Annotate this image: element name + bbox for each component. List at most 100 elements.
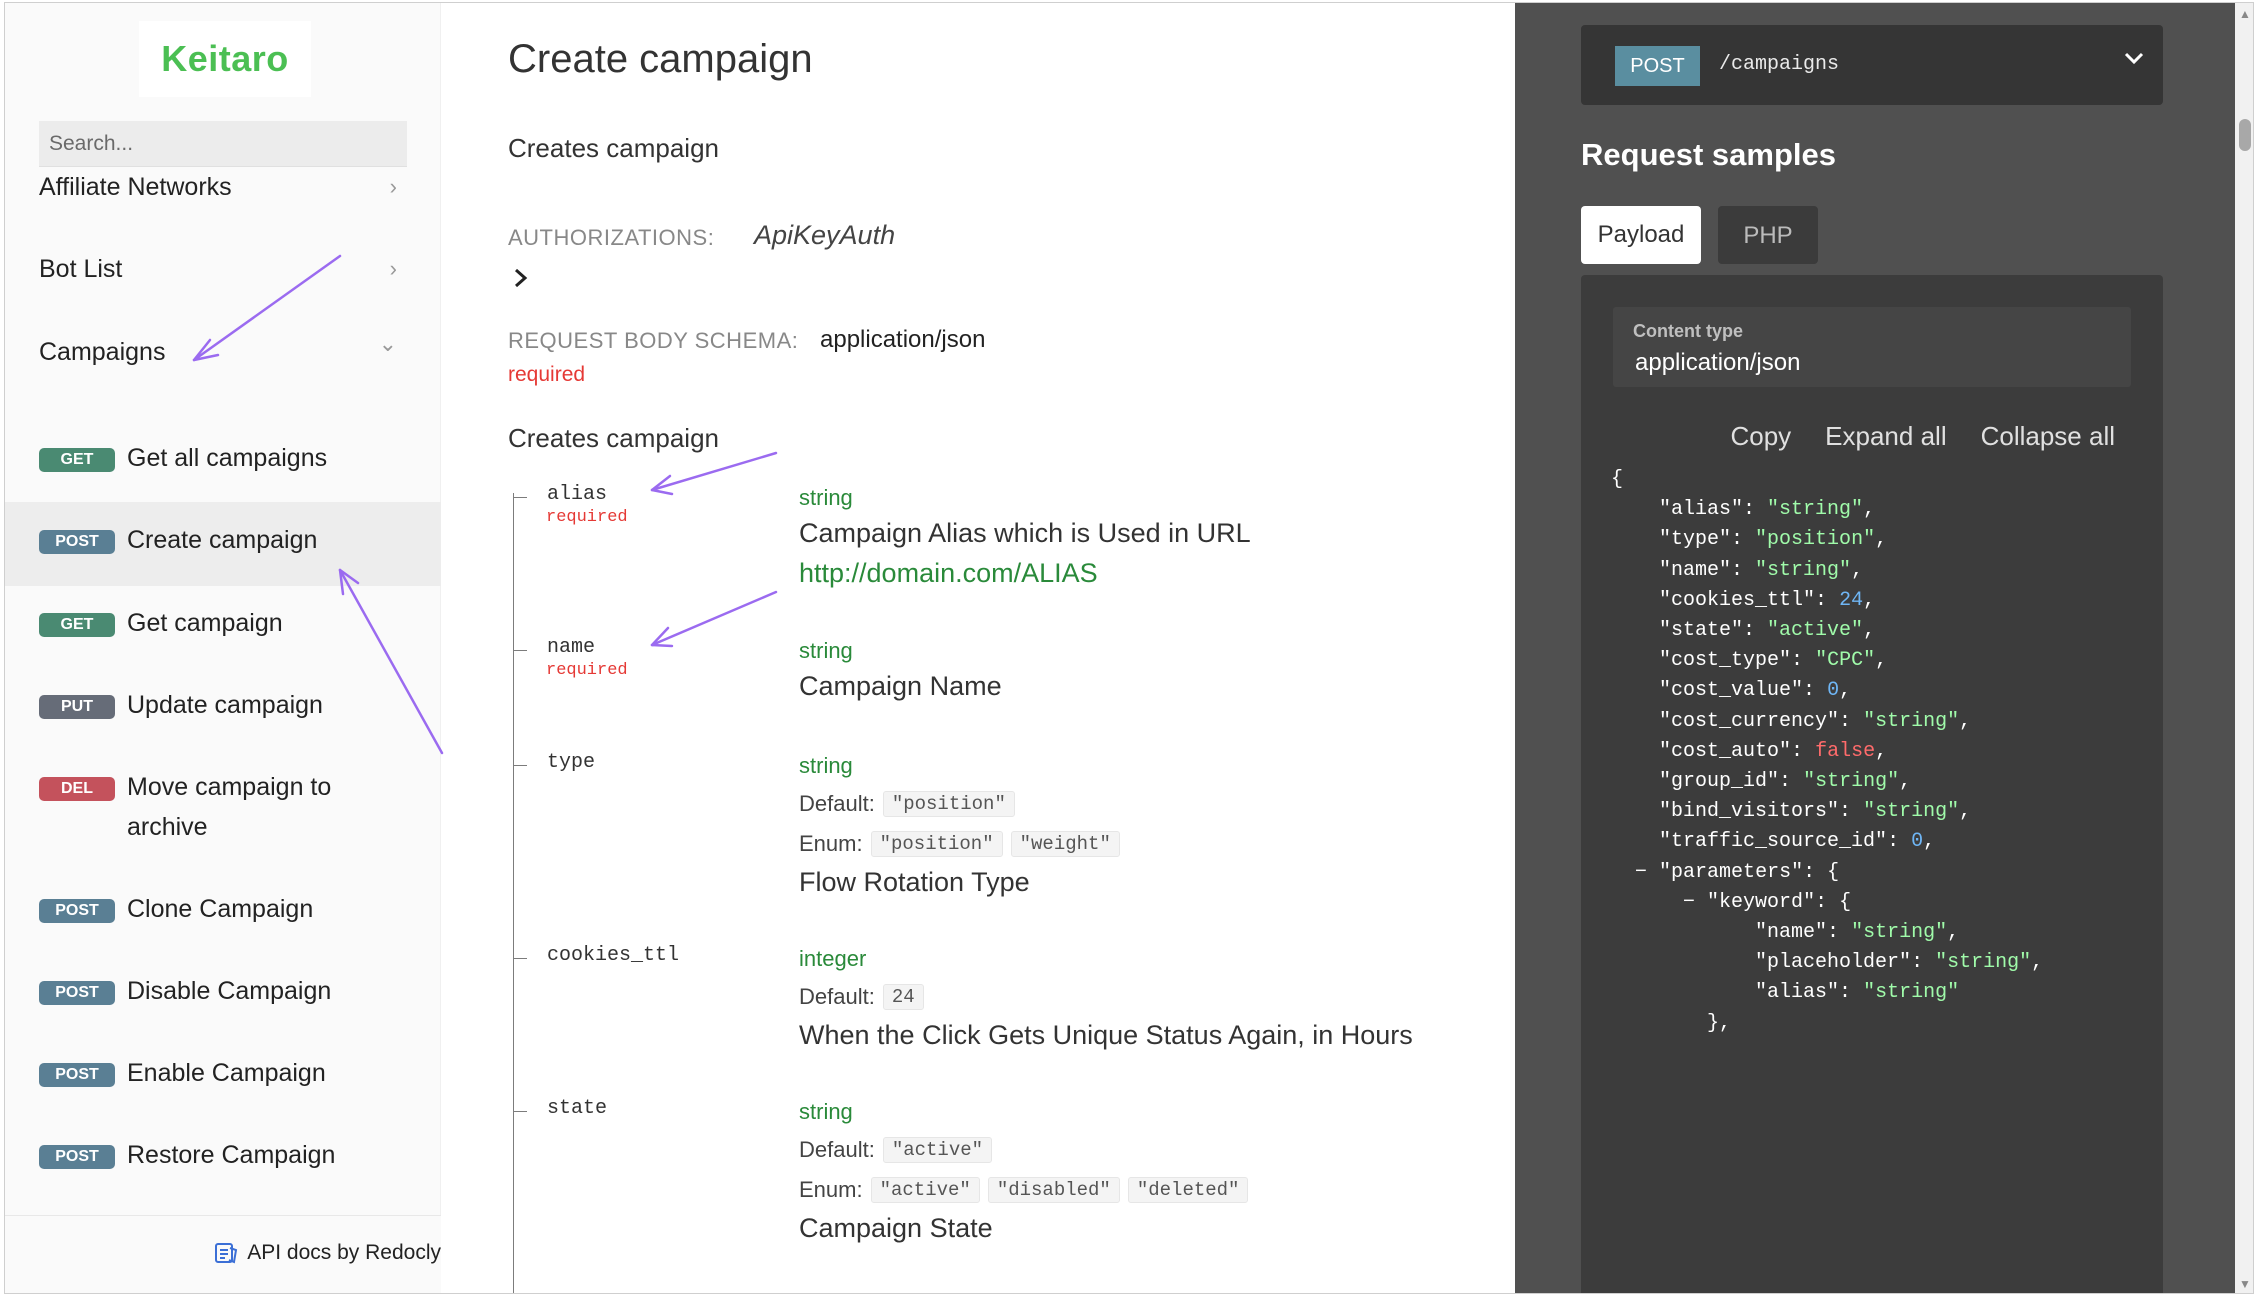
op-label: Restore Campaign [127, 1141, 336, 1169]
prop-enum-type: Enum: "position" "weight" [799, 831, 1120, 857]
sidebar-item-label: Campaigns [39, 337, 166, 366]
default-label: Default: [799, 791, 875, 816]
page-scrollbar[interactable]: ▲ ▼ [2235, 3, 2253, 1293]
tab-php[interactable]: PHP [1718, 206, 1818, 264]
default-label: Default: [799, 984, 875, 1009]
scroll-down-icon[interactable]: ▼ [2239, 1277, 2251, 1291]
method-badge: POST [39, 1145, 115, 1169]
op-label: Create campaign [127, 526, 318, 554]
enum-label: Enum: [799, 1177, 863, 1202]
prop-default-state: Default: "active" [799, 1137, 993, 1163]
schema-tree-line [513, 493, 514, 1293]
scroll-up-icon[interactable]: ▲ [2239, 7, 2251, 21]
sidebar-item-label: Bot List [39, 254, 123, 283]
endpoint-method-badge: POST [1615, 46, 1700, 86]
enum-value: "weight" [1010, 831, 1120, 857]
body-required-label: required [508, 363, 586, 386]
payload-sample-box: Content type application/json Copy Expan… [1581, 275, 2163, 1293]
expand-all-button[interactable]: Expand all [1825, 421, 1946, 452]
sidebar-op-create-campaign[interactable]: POST Create campaign [5, 502, 441, 586]
sidebar-op-enable-campaign[interactable]: POST Enable Campaign [5, 1059, 441, 1099]
enum-value: "position" [870, 831, 1003, 857]
browser-viewport: Keitaro Affiliate Networks › Bot List › … [4, 2, 2254, 1294]
sidebar-op-update-campaign[interactable]: PUT Update campaign [5, 691, 441, 731]
redocly-link[interactable]: API docs by Redocly [213, 1240, 441, 1266]
prop-type-type: string [799, 753, 853, 778]
prop-default-cookies-ttl: Default: 24 [799, 984, 924, 1010]
prop-required-alias: required [546, 508, 628, 527]
prop-type-alias: string [799, 485, 853, 510]
json-payload-sample[interactable]: { "alias": "string", "type": "position",… [1611, 465, 2043, 1039]
request-samples-panel: POST /campaigns Request samples Payload … [1515, 3, 2235, 1293]
prop-type-name: string [799, 638, 853, 663]
tree-tick [513, 650, 527, 651]
prop-link-alias[interactable]: http://domain.com/ALIAS [799, 558, 1098, 589]
body-heading: Creates campaign [508, 423, 719, 453]
enum-value: "deleted" [1127, 1177, 1249, 1203]
prop-desc-name: Campaign Name [799, 671, 1002, 701]
sidebar: Keitaro Affiliate Networks › Bot List › … [5, 3, 441, 1293]
endpoint-path: /campaigns [1719, 53, 1840, 76]
default-label: Default: [799, 1137, 875, 1162]
expand-auth-icon[interactable] [512, 265, 530, 296]
prop-type-state: string [799, 1099, 853, 1124]
prop-desc-cookies-ttl: When the Click Gets Unique Status Again,… [799, 1020, 1413, 1050]
sidebar-op-get-campaign[interactable]: GET Get campaign [5, 609, 441, 649]
default-value: "active" [882, 1137, 993, 1163]
auth-scheme[interactable]: ApiKeyAuth [754, 220, 895, 251]
sidebar-item-bot-list[interactable]: Bot List › [5, 229, 441, 309]
method-badge: GET [39, 448, 115, 472]
copy-button[interactable]: Copy [1730, 421, 1791, 452]
tree-tick [513, 958, 527, 959]
enum-value: "active" [870, 1177, 980, 1203]
method-badge: GET [39, 613, 115, 637]
prop-name-alias: alias [547, 483, 608, 506]
scrollbar-thumb[interactable] [2239, 119, 2251, 151]
sidebar-op-get-all-campaigns[interactable]: GET Get all campaigns [5, 444, 441, 484]
method-badge: POST [39, 1063, 115, 1087]
chevron-down-icon: ⌄ [378, 331, 397, 356]
prop-required-name: required [546, 661, 628, 680]
method-badge: PUT [39, 695, 115, 719]
method-badge: DEL [39, 777, 115, 801]
tree-tick [513, 765, 527, 766]
enum-label: Enum: [799, 831, 863, 856]
op-label: Enable Campaign [127, 1059, 326, 1087]
content-type-selector[interactable]: Content type application/json [1613, 307, 2131, 387]
tab-payload[interactable]: Payload [1581, 206, 1701, 264]
logo[interactable]: Keitaro [139, 21, 311, 97]
method-badge: POST [39, 981, 115, 1005]
sidebar-footer: API docs by Redocly [5, 1215, 441, 1293]
page-title: Create campaign [508, 37, 813, 81]
request-body-schema-value: application/json [820, 326, 986, 353]
op-label: Get campaign [127, 609, 283, 637]
prop-name-cookies-ttl: cookies_ttl [547, 944, 680, 967]
sidebar-op-move-to-archive[interactable]: DEL Move campaign to archive [5, 773, 441, 853]
enum-value: "disabled" [987, 1177, 1120, 1203]
op-label: Move campaign to archive [127, 773, 332, 841]
authorizations-label: AUTHORIZATIONS: [508, 225, 715, 250]
op-label: Clone Campaign [127, 895, 314, 923]
request-body-schema-label: REQUEST BODY SCHEMA: [508, 328, 799, 353]
op-label: Get all campaigns [127, 444, 328, 472]
sidebar-item-affiliate-networks[interactable]: Affiliate Networks › [5, 147, 441, 227]
sidebar-op-clone-campaign[interactable]: POST Clone Campaign [5, 895, 441, 935]
sample-toolbar: Copy Expand all Collapse all [1730, 421, 2115, 452]
chevron-right-icon: › [389, 256, 397, 281]
request-samples-title: Request samples [1581, 137, 1836, 172]
sidebar-op-disable-campaign[interactable]: POST Disable Campaign [5, 977, 441, 1017]
sidebar-item-campaigns[interactable]: Campaigns ⌄ [5, 312, 441, 392]
redocly-icon [215, 1243, 238, 1264]
op-label: Disable Campaign [127, 977, 332, 1005]
endpoint-selector[interactable]: POST /campaigns [1581, 25, 2163, 105]
method-badge: POST [39, 530, 115, 554]
sidebar-item-label: Affiliate Networks [39, 172, 232, 201]
prop-desc-alias: Campaign Alias which is Used in URL [799, 518, 1251, 548]
prop-default-type: Default: "position" [799, 791, 1015, 817]
op-label: Update campaign [127, 691, 323, 719]
content-type-value: application/json [1635, 349, 1801, 376]
collapse-all-button[interactable]: Collapse all [1981, 421, 2115, 452]
logo-text: Keitaro [161, 38, 289, 79]
default-value: 24 [882, 984, 924, 1010]
sidebar-op-restore-campaign[interactable]: POST Restore Campaign [5, 1141, 441, 1181]
